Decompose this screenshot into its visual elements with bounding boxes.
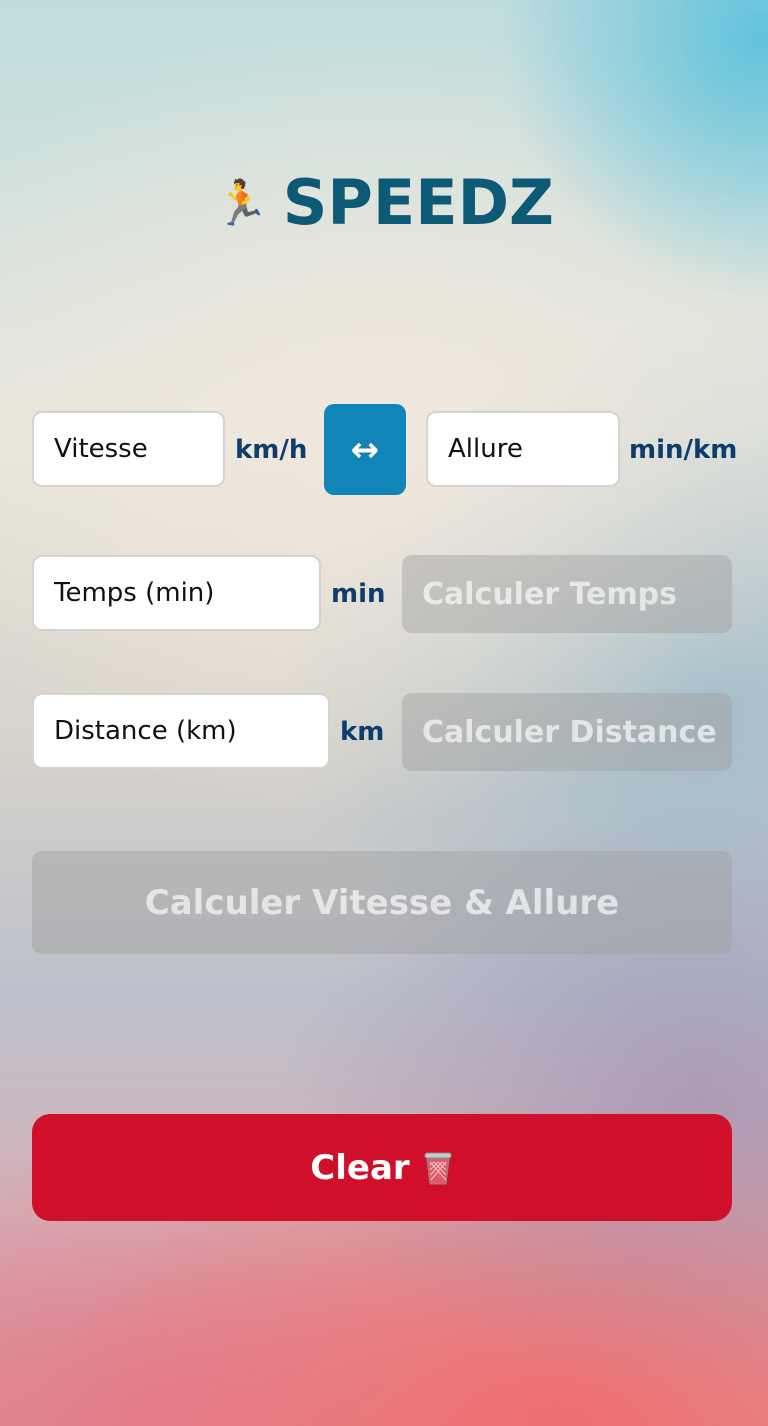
speed-input[interactable]: [54, 434, 223, 464]
speed-unit: km/h: [235, 435, 308, 465]
calc-time-label: Calculer Temps: [422, 576, 677, 612]
calc-distance-label: Calculer Distance: [422, 714, 717, 750]
clear-label: Clear: [310, 1147, 410, 1188]
pace-unit: min/km: [629, 435, 738, 465]
trash-icon: [422, 1150, 454, 1186]
clear-button[interactable]: Clear: [32, 1114, 732, 1221]
calc-distance-button[interactable]: Calculer Distance: [402, 693, 732, 771]
pace-input[interactable]: [448, 434, 618, 464]
time-input[interactable]: [54, 578, 319, 608]
swap-arrows-icon: ↔: [350, 429, 380, 470]
distance-field[interactable]: [32, 693, 330, 769]
calc-speed-pace-button[interactable]: Calculer Vitesse & Allure: [32, 851, 732, 954]
calc-speed-pace-label: Calculer Vitesse & Allure: [144, 882, 620, 923]
runner-icon: 🏃: [213, 178, 269, 229]
swap-button[interactable]: ↔: [324, 404, 406, 495]
time-unit: min: [331, 579, 386, 609]
pace-field[interactable]: [426, 411, 620, 487]
distance-unit: km: [340, 717, 385, 747]
distance-input[interactable]: [54, 716, 328, 746]
time-field[interactable]: [32, 555, 321, 631]
app-title: 🏃 SPEEDZ: [0, 166, 768, 239]
app-title-text: SPEEDZ: [282, 166, 555, 239]
speed-field[interactable]: [32, 411, 225, 487]
calc-time-button[interactable]: Calculer Temps: [402, 555, 732, 633]
